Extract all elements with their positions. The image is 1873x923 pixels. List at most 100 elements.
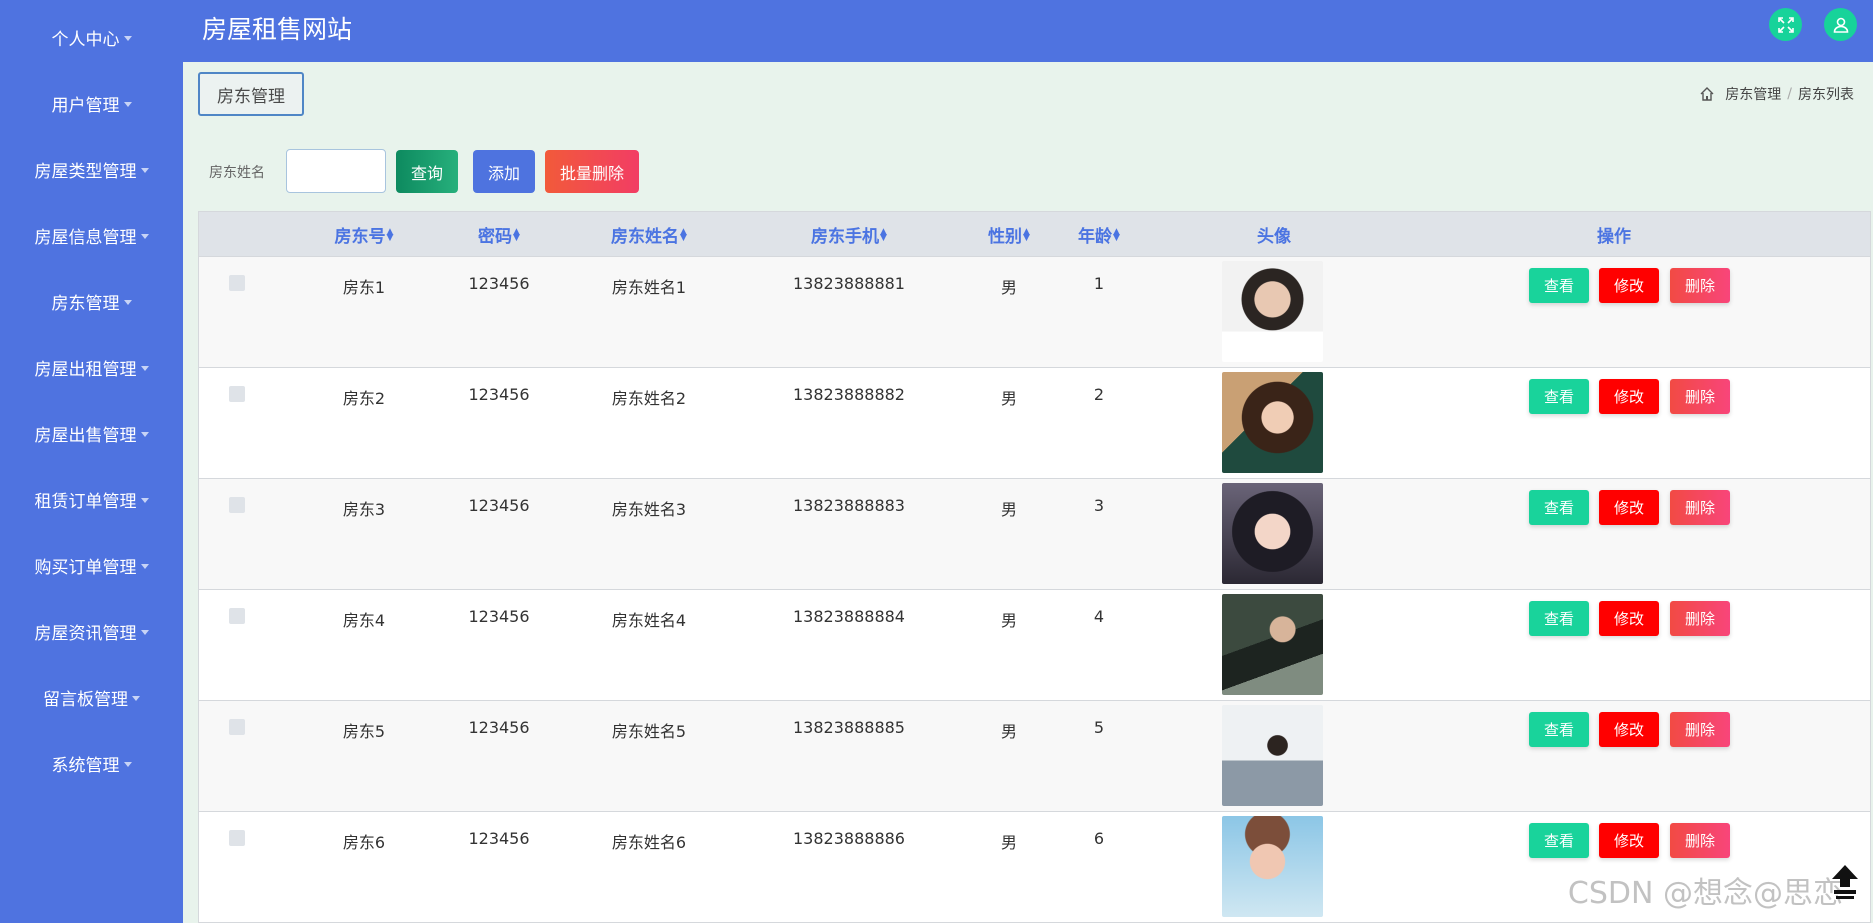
panel-tab-landlords[interactable]: 房东管理 (198, 72, 304, 116)
view-button[interactable]: 查看 (1529, 379, 1589, 414)
home-icon[interactable] (1699, 86, 1715, 102)
avatar-image (1222, 372, 1323, 473)
sidebar-item-label: 购买订单管理 (34, 557, 137, 578)
cell-id: 房东1 (342, 278, 386, 297)
table-row: 房东3 123456 房东姓名3 13823888883 男 3 查看 修改 删… (199, 479, 1870, 590)
view-button[interactable]: 查看 (1529, 268, 1589, 303)
arrow-up-icon (1832, 865, 1858, 899)
landlord-name-search-input[interactable] (286, 149, 386, 193)
view-button[interactable]: 查看 (1529, 601, 1589, 636)
delete-button[interactable]: 删除 (1670, 601, 1730, 636)
column-header-age[interactable]: 年龄 ▲ ▼ (1059, 212, 1139, 257)
sidebar-item-system[interactable]: 系统管理 (0, 743, 183, 783)
column-header-id[interactable]: 房东号 ▲ ▼ (304, 212, 424, 257)
avatar-image (1222, 261, 1323, 362)
edit-button[interactable]: 修改 (1599, 379, 1659, 414)
sidebar-item-label: 系统管理 (51, 755, 120, 776)
edit-button[interactable]: 修改 (1599, 712, 1659, 747)
row-checkbox[interactable] (229, 386, 245, 402)
cell-age: 5 (1093, 718, 1105, 737)
caret-down-icon (140, 431, 149, 437)
sidebar-item-label: 房屋出售管理 (34, 425, 137, 446)
cell-phone: 13823888883 (793, 496, 905, 515)
cell-age: 2 (1093, 385, 1105, 404)
sidebar-item-lease-orders[interactable]: 租赁订单管理 (0, 479, 183, 519)
view-button[interactable]: 查看 (1529, 712, 1589, 747)
sidebar-item-label: 用户管理 (51, 95, 120, 116)
cell-id: 房东4 (342, 611, 386, 630)
sidebar-item-users[interactable]: 用户管理 (0, 83, 183, 123)
back-to-top-button[interactable] (1828, 862, 1862, 902)
cell-password: 123456 (468, 607, 530, 626)
edit-button[interactable]: 修改 (1599, 490, 1659, 525)
cell-phone: 13823888886 (793, 829, 905, 848)
sidebar-item-label: 租赁订单管理 (34, 491, 137, 512)
breadcrumb: 房东管理 / 房东列表 (1699, 84, 1854, 104)
table-header: 房东号 ▲ ▼ 密码 ▲ ▼ 房东姓名 ▲ ▼ 房东手机 ▲ ▼ 性别 ▲ ▼ 年龄 ▲ ▼ 头像 操作 (199, 212, 1870, 257)
column-header-name[interactable]: 房东姓名 ▲ ▼ (569, 212, 729, 257)
column-header-phone[interactable]: 房东手机 ▲ ▼ (759, 212, 939, 257)
delete-button[interactable]: 删除 (1670, 823, 1730, 858)
row-checkbox[interactable] (229, 275, 245, 291)
cell-id: 房东3 (342, 500, 386, 519)
delete-button[interactable]: 删除 (1670, 268, 1730, 303)
cell-age: 1 (1093, 274, 1105, 293)
cell-phone: 13823888885 (793, 718, 905, 737)
sidebar-item-rentals[interactable]: 房屋出租管理 (0, 347, 183, 387)
cell-name: 房东姓名5 (611, 722, 687, 741)
table-row: 房东1 123456 房东姓名1 13823888881 男 1 查看 修改 删… (199, 257, 1870, 368)
sidebar-item-message-board[interactable]: 留言板管理 (0, 677, 183, 717)
column-header-avatar: 头像 (1257, 227, 1291, 247)
site-title: 房屋租售网站 (202, 15, 353, 44)
query-button[interactable]: 查询 (396, 150, 458, 193)
sidebar-item-purchase-orders[interactable]: 购买订单管理 (0, 545, 183, 585)
search-label: 房东姓名 (209, 165, 265, 181)
add-button[interactable]: 添加 (473, 150, 535, 193)
sidebar-item-label: 房屋类型管理 (34, 161, 137, 182)
cell-password: 123456 (468, 385, 530, 404)
sidebar-item-label: 房屋信息管理 (34, 227, 137, 248)
caret-down-icon (140, 497, 149, 503)
table-body: 房东1 123456 房东姓名1 13823888881 男 1 查看 修改 删… (199, 257, 1870, 923)
select-all-checkbox[interactable] (229, 226, 245, 242)
caret-down-icon (140, 629, 149, 635)
sort-icon: ▲ ▼ (1113, 226, 1120, 243)
edit-button[interactable]: 修改 (1599, 823, 1659, 858)
avatar-image (1222, 483, 1323, 584)
cell-password: 123456 (468, 274, 530, 293)
caret-down-icon (123, 35, 132, 41)
delete-button[interactable]: 删除 (1670, 712, 1730, 747)
sort-icon: ▲ ▼ (513, 226, 520, 243)
cell-phone: 13823888884 (793, 607, 905, 626)
top-header: 房屋租售网站 (183, 0, 1873, 62)
breadcrumb-item[interactable]: 房东管理 (1725, 84, 1781, 104)
fullscreen-button[interactable] (1769, 8, 1802, 41)
delete-button[interactable]: 删除 (1670, 379, 1730, 414)
cell-name: 房东姓名4 (611, 611, 687, 630)
column-header-gender[interactable]: 性别 ▲ ▼ (969, 212, 1049, 257)
row-checkbox[interactable] (229, 830, 245, 846)
row-checkbox[interactable] (229, 497, 245, 513)
delete-button[interactable]: 删除 (1670, 490, 1730, 525)
edit-button[interactable]: 修改 (1599, 601, 1659, 636)
sidebar-item-sales[interactable]: 房屋出售管理 (0, 413, 183, 453)
sidebar-item-house-types[interactable]: 房屋类型管理 (0, 149, 183, 189)
view-button[interactable]: 查看 (1529, 823, 1589, 858)
sidebar-item-house-info[interactable]: 房屋信息管理 (0, 215, 183, 255)
cell-id: 房东6 (342, 833, 386, 852)
user-menu-button[interactable] (1824, 8, 1857, 41)
sidebar-item-house-news[interactable]: 房屋资讯管理 (0, 611, 183, 651)
caret-down-icon (140, 167, 149, 173)
sidebar-item-landlords[interactable]: 房东管理 (0, 281, 183, 321)
batch-delete-button[interactable]: 批量删除 (545, 150, 639, 193)
row-checkbox[interactable] (229, 608, 245, 624)
avatar-image (1222, 594, 1323, 695)
sidebar-item-label: 房屋出租管理 (34, 359, 137, 380)
edit-button[interactable]: 修改 (1599, 268, 1659, 303)
view-button[interactable]: 查看 (1529, 490, 1589, 525)
sidebar-item-personal-center[interactable]: 个人中心 (0, 17, 183, 57)
column-header-password[interactable]: 密码 ▲ ▼ (439, 212, 559, 257)
cell-name: 房东姓名1 (611, 278, 687, 297)
cell-gender: 男 (1000, 611, 1017, 630)
row-checkbox[interactable] (229, 719, 245, 735)
